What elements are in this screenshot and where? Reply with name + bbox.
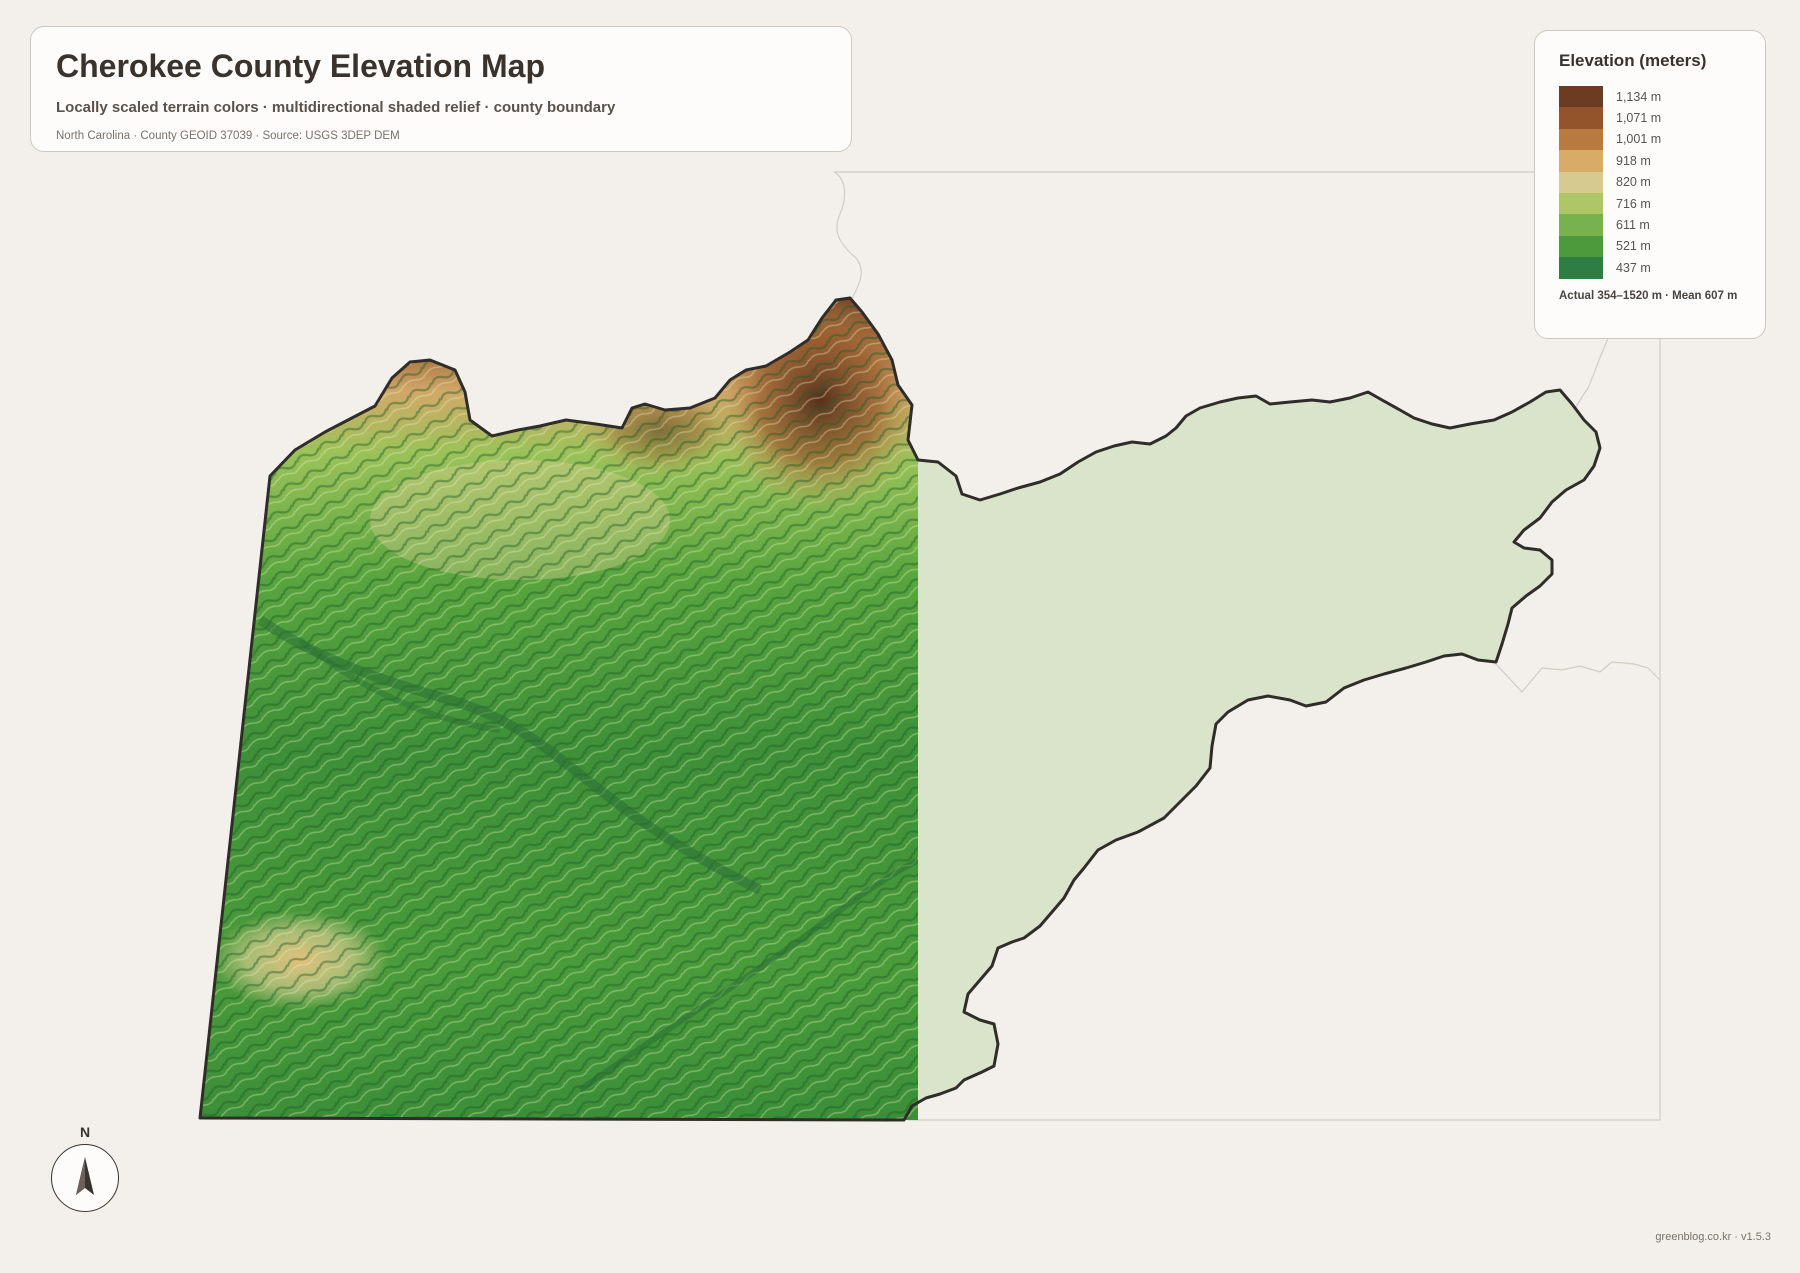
legend-item: 1,134 m <box>1559 86 1741 108</box>
legend-swatch <box>1559 86 1603 108</box>
legend-label: 521 m <box>1616 239 1651 254</box>
legend-item: 611 m <box>1559 214 1741 236</box>
legend-swatch <box>1559 235 1603 258</box>
legend-swatch <box>1559 150 1603 172</box>
north-arrow-icon <box>76 1157 94 1195</box>
legend-item: 521 m <box>1559 235 1741 258</box>
compass-circle <box>51 1144 119 1212</box>
legend-label: 437 m <box>1616 260 1651 275</box>
terrain-relief <box>200 298 918 1120</box>
elevation-map <box>198 171 1661 1122</box>
north-arrow: N <box>51 1124 119 1212</box>
county-east-fill <box>904 390 1600 1120</box>
legend-label: 611 m <box>1616 218 1650 233</box>
title-card: Cherokee County Elevation Map Locally sc… <box>30 26 852 152</box>
legend-title: Elevation (meters) <box>1559 51 1707 70</box>
legend-label: 1,001 m <box>1616 132 1662 147</box>
legend-swatch <box>1559 257 1603 279</box>
north-label: N <box>79 1124 91 1140</box>
legend-swatch <box>1559 107 1603 129</box>
map-subtitle: Locally scaled terrain colors · multidir… <box>56 99 616 117</box>
credit-text: greenblog.co.kr · v1.5.3 <box>1655 1231 1771 1243</box>
legend-item: 1,071 m <box>1559 107 1741 129</box>
legend-item: 918 m <box>1559 150 1741 172</box>
legend-item: 716 m <box>1559 192 1741 215</box>
legend-card: Elevation (meters) 1,134 m 1,071 m 1,001… <box>1534 30 1766 339</box>
legend-label: 918 m <box>1616 153 1651 168</box>
legend-swatch <box>1559 171 1603 193</box>
legend-swatch <box>1559 192 1603 215</box>
legend-label: 1,071 m <box>1616 111 1662 126</box>
legend-items: 1,134 m 1,071 m 1,001 m 918 m 820 m 716 … <box>1559 86 1741 279</box>
map-title: Cherokee County Elevation Map <box>56 48 545 84</box>
legend-swatch <box>1559 128 1603 151</box>
legend-item: 437 m <box>1559 257 1741 279</box>
legend-note: Actual 354–1520 m · Mean 607 m <box>1559 289 1738 302</box>
legend-label: 820 m <box>1616 175 1651 190</box>
legend-label: 716 m <box>1616 196 1651 211</box>
legend-label: 1,134 m <box>1616 89 1662 104</box>
map-source: North Carolina · County GEOID 37039 · So… <box>56 130 400 143</box>
legend-item: 1,001 m <box>1559 128 1741 151</box>
legend-item: 820 m <box>1559 171 1741 193</box>
legend-swatch <box>1559 214 1603 236</box>
